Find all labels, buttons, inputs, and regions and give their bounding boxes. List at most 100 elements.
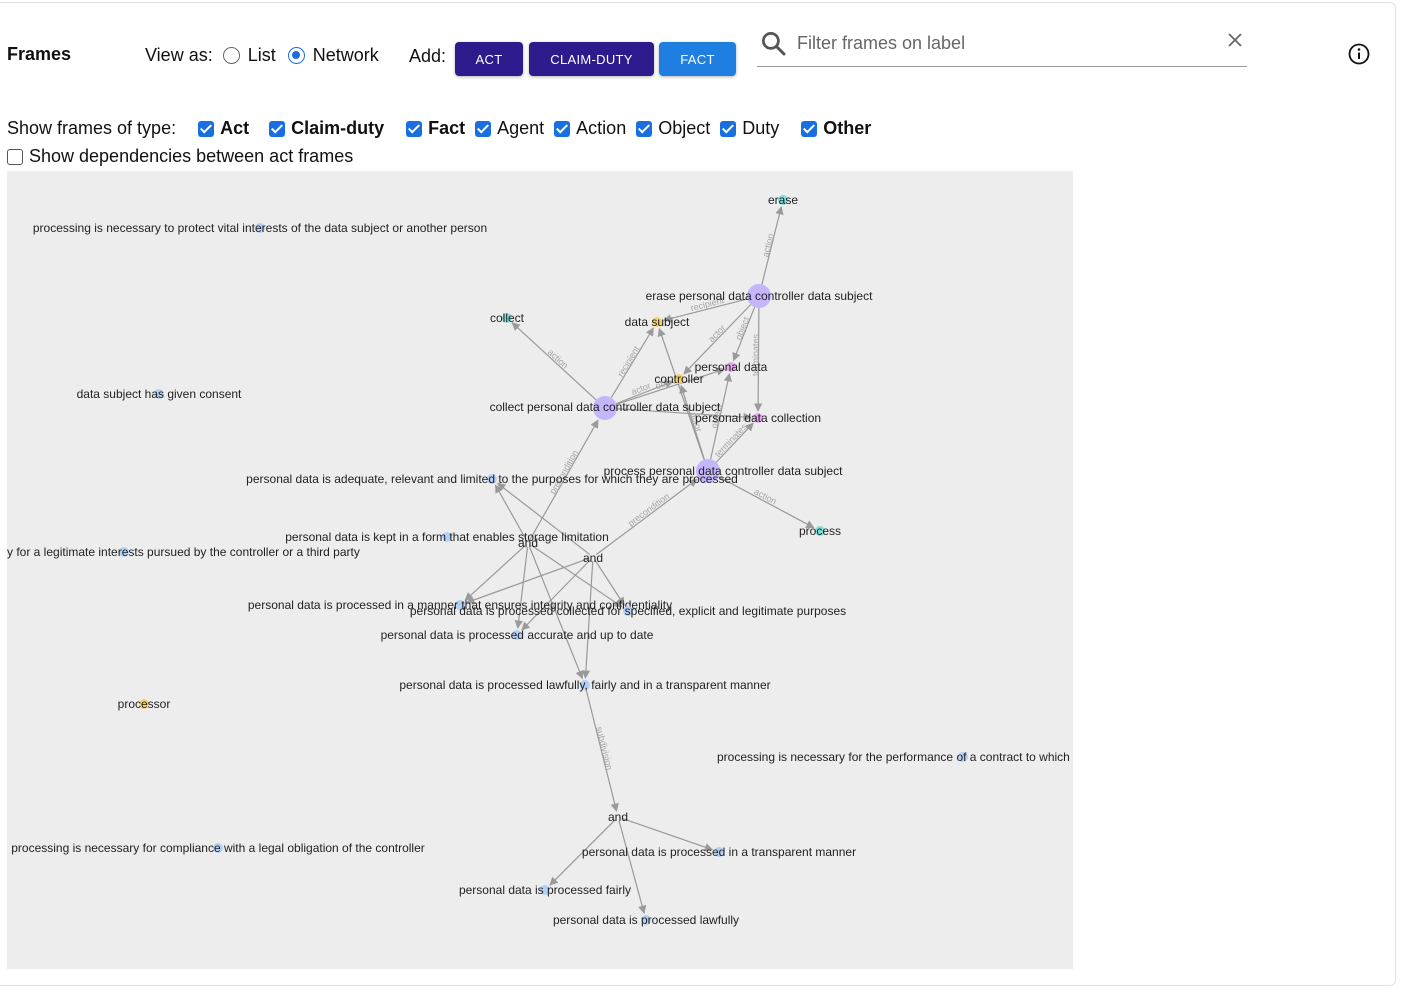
- filter-action[interactable]: Action: [554, 118, 626, 139]
- filter-claim-duty-label[interactable]: Claim-duty: [291, 118, 384, 139]
- graph-node-action[interactable]: process: [799, 524, 841, 538]
- graph-node-fact[interactable]: data subject has given consent: [77, 387, 242, 401]
- graph-node-label: data subject has given consent: [77, 387, 242, 401]
- show-dependencies-label[interactable]: Show dependencies between act frames: [29, 146, 353, 167]
- graph-node-label: personal data: [695, 360, 768, 374]
- show-dependencies[interactable]: Show dependencies between act frames: [7, 146, 353, 167]
- graph-node-agent[interactable]: data subject: [625, 315, 690, 329]
- graph-node-fact[interactable]: personal data is processed lawfully, fai…: [399, 678, 770, 692]
- add-label: Add:: [409, 46, 447, 66]
- graph-node-action[interactable]: erase: [768, 193, 798, 207]
- show-dependencies-checkbox[interactable]: [7, 148, 23, 165]
- view-option-network-label[interactable]: Network: [313, 45, 379, 66]
- graph-node-label: data subject: [625, 315, 690, 329]
- graph-node-agent[interactable]: processor: [118, 697, 171, 711]
- graph-node-label: personal data collection: [695, 411, 821, 425]
- filter-agent[interactable]: Agent: [475, 118, 544, 139]
- frame-type-filters-label: Show frames of type:: [7, 118, 177, 138]
- fact-checkbox[interactable]: [406, 120, 423, 137]
- graph-edge: [618, 820, 647, 915]
- graph-node-label: and: [608, 810, 628, 824]
- filter-other[interactable]: Other: [801, 118, 871, 139]
- graph-node-label: and: [583, 551, 603, 565]
- object-checkbox[interactable]: [636, 120, 653, 137]
- graph-node-label: and: [518, 536, 538, 550]
- graph-node-label: processing is necessary for the performa…: [717, 750, 1070, 764]
- filter-search-input[interactable]: [797, 30, 1217, 56]
- graph-node-label: personal data is processed in a transpar…: [582, 845, 856, 859]
- graph-edge-label: object: [733, 315, 751, 341]
- graph-node-fact[interactable]: personal data is processed in a transpar…: [582, 845, 856, 859]
- graph-node-label: processing is necessary for compliance w…: [11, 841, 425, 855]
- graph-node-logic[interactable]: and: [583, 551, 603, 565]
- graph-node-fact[interactable]: personal data is adequate, relevant and …: [246, 472, 738, 486]
- graph-node-label: personal data is adequate, relevant and …: [246, 472, 738, 486]
- graph-edge: [581, 560, 594, 679]
- filter-act-label[interactable]: Act: [220, 118, 249, 139]
- graph-node-fact[interactable]: y for a legitimate interests pursued by …: [7, 545, 360, 559]
- filter-agent-label[interactable]: Agent: [497, 118, 544, 139]
- graph-node-fact[interactable]: personal data is processed accurate and …: [381, 628, 654, 642]
- graph-node-label: collect: [490, 311, 525, 325]
- act-checkbox[interactable]: [198, 120, 215, 137]
- graph-node-action[interactable]: collect: [490, 311, 525, 325]
- filter-fact-label[interactable]: Fact: [428, 118, 465, 139]
- graph-edge-label: action: [752, 486, 778, 506]
- agent-checkbox[interactable]: [475, 120, 492, 137]
- graph-node-label: personal data is processed accurate and …: [381, 628, 654, 642]
- graph-node-agent[interactable]: controller: [654, 372, 703, 386]
- other-checkbox[interactable]: [801, 120, 818, 137]
- filter-object-label[interactable]: Object: [658, 118, 710, 139]
- graph-node-label: personal data is processed collected for…: [410, 604, 846, 618]
- graph-edge-label: recipient: [615, 344, 641, 379]
- graph-node-label: personal data is kept in a form that ena…: [285, 530, 609, 544]
- graph-node-logic[interactable]: and: [518, 536, 538, 550]
- graph-node-fact[interactable]: processing is necessary for the performa…: [717, 750, 1070, 764]
- filter-other-label[interactable]: Other: [823, 118, 871, 139]
- add-fact-button[interactable]: FACT: [659, 42, 736, 76]
- view-option-list[interactable]: List: [222, 45, 276, 66]
- frame-type-filters: Show frames of type: Act Claim-duty Fact…: [7, 118, 881, 139]
- graph-edge-label: subdivision: [594, 725, 615, 771]
- graph-edge-label: action: [760, 232, 776, 258]
- graph-node-act[interactable]: erase personal data controller data subj…: [646, 284, 873, 308]
- view-as-group: View as: List Network: [145, 45, 391, 66]
- filter-duty[interactable]: Duty: [720, 118, 779, 139]
- graph-edge-label: action: [546, 347, 570, 371]
- filter-claim-duty[interactable]: Claim-duty: [269, 118, 384, 139]
- page-title: Frames: [7, 44, 72, 64]
- claim-duty-checkbox[interactable]: [269, 120, 286, 137]
- graph-node-label: controller: [654, 372, 703, 386]
- duty-checkbox[interactable]: [720, 120, 737, 137]
- graph-node-logic[interactable]: and: [608, 810, 628, 824]
- graph-node-object[interactable]: personal data collection: [695, 411, 821, 425]
- filter-object[interactable]: Object: [636, 118, 710, 139]
- filter-act[interactable]: Act: [198, 118, 249, 139]
- graph-node-label: processing is necessary to protect vital…: [33, 221, 487, 235]
- action-checkbox[interactable]: [554, 120, 571, 137]
- filter-fact[interactable]: Fact: [406, 118, 465, 139]
- graph-node-fact[interactable]: personal data is processed collected for…: [410, 604, 846, 618]
- close-icon[interactable]: [1225, 30, 1245, 50]
- network-graph[interactable]: action recipient actor object terminates acti…: [7, 171, 1073, 969]
- view-option-list-label[interactable]: List: [248, 45, 276, 66]
- graph-node-label: collect personal data controller data su…: [490, 400, 721, 414]
- graph-node-label: personal data is processed lawfully, fai…: [399, 678, 770, 692]
- network-graph-canvas[interactable]: actionrecipientactor objectterminatesacti…: [7, 171, 1073, 969]
- graph-node-fact[interactable]: personal data is processed lawfully: [553, 913, 739, 927]
- graph-edge: [657, 327, 705, 460]
- view-option-network[interactable]: Network: [287, 45, 379, 66]
- graph-node-fact[interactable]: processing is necessary for compliance w…: [11, 841, 425, 855]
- graph-node-fact[interactable]: personal data is processed fairly: [459, 883, 631, 897]
- filter-duty-label[interactable]: Duty: [742, 118, 779, 139]
- graph-node-object[interactable]: personal data: [695, 360, 768, 374]
- filter-action-label[interactable]: Action: [576, 118, 626, 139]
- network-radio[interactable]: [287, 47, 305, 64]
- graph-node-fact[interactable]: personal data is kept in a form that ena…: [285, 530, 609, 544]
- graph-node-fact[interactable]: processing is necessary to protect vital…: [33, 221, 487, 235]
- list-radio[interactable]: [222, 47, 240, 64]
- graph-node-act[interactable]: collect personal data controller data su…: [490, 396, 721, 420]
- add-claim-duty-button[interactable]: CLAIM-DUTY: [529, 42, 654, 76]
- info-icon[interactable]: [1347, 42, 1371, 66]
- add-act-button[interactable]: ACT: [455, 42, 523, 76]
